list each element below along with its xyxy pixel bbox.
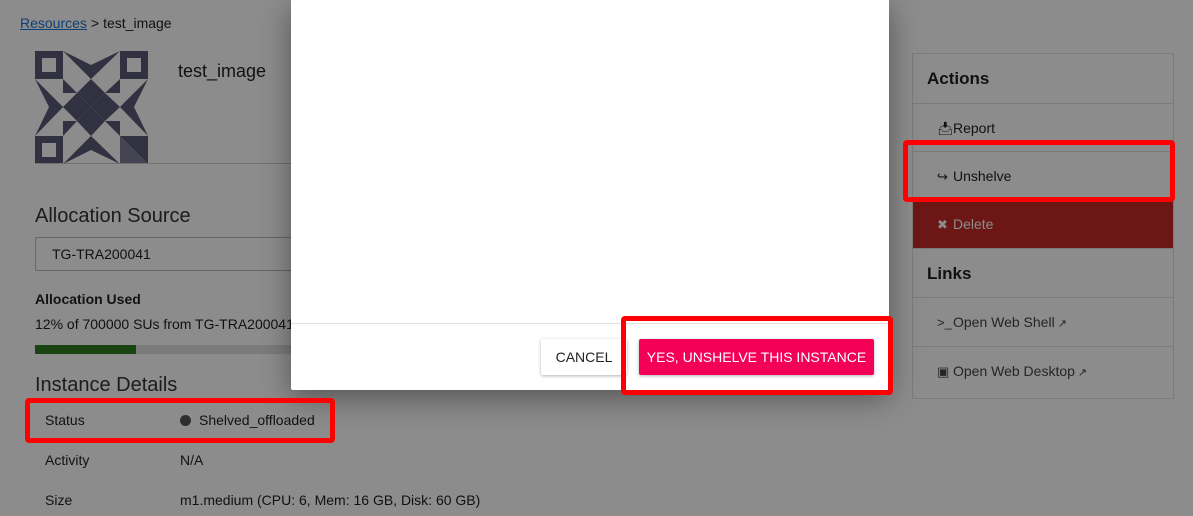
unshelve-confirm-dialog: CANCEL YES, UNSHELVE THIS INSTANCE <box>291 0 889 390</box>
confirm-unshelve-button[interactable]: YES, UNSHELVE THIS INSTANCE <box>639 339 874 375</box>
dialog-footer-divider <box>291 323 889 324</box>
cancel-button[interactable]: CANCEL <box>541 339 627 375</box>
